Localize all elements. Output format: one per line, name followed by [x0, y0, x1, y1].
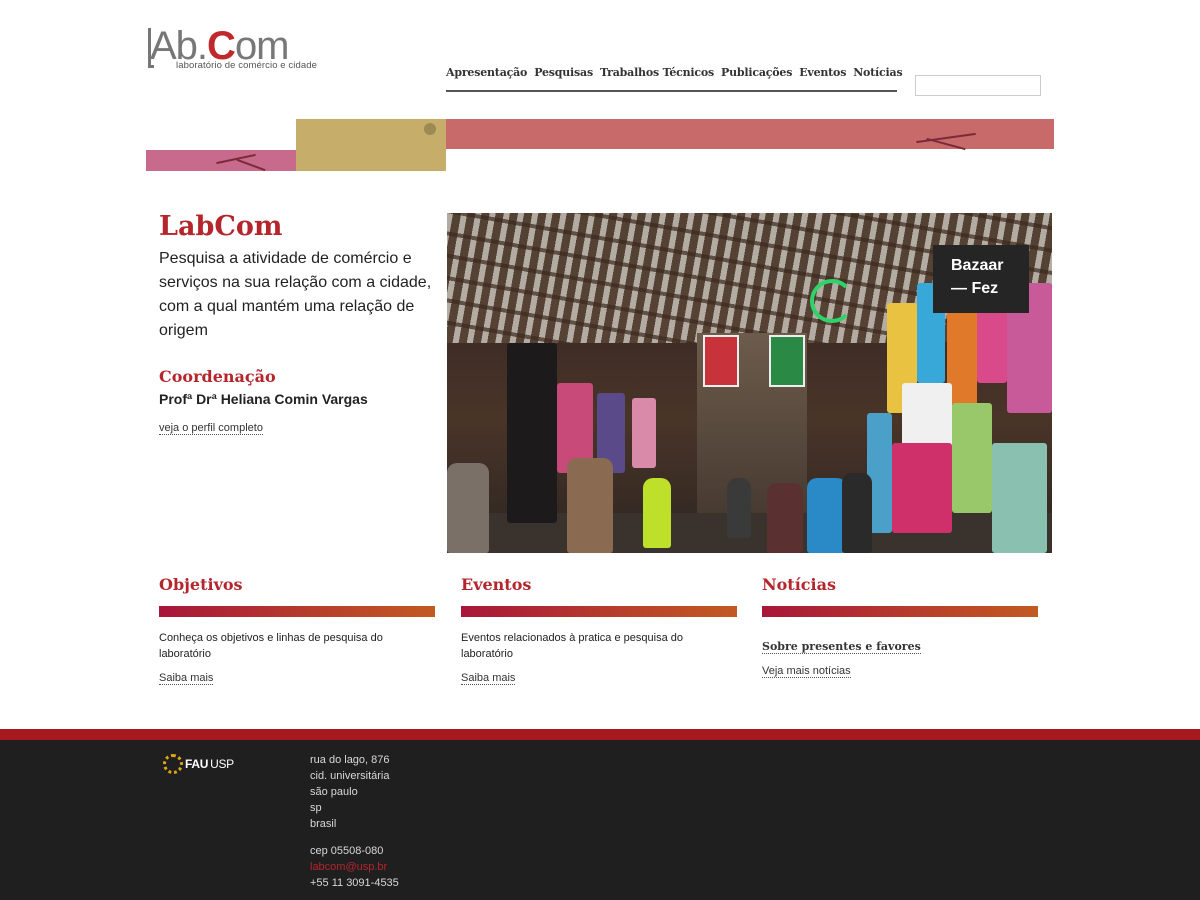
caption-line-2: — Fez [951, 280, 999, 297]
fauusp-logo[interactable]: FAU USP [163, 754, 234, 774]
objectives-heading: Objetivos [159, 575, 243, 594]
nav-pesquisas[interactable]: Pesquisas [534, 66, 593, 90]
header-banner [146, 119, 1054, 172]
nav-apresentacao[interactable]: Apresentação [446, 66, 527, 90]
email-link[interactable]: labcom@usp.br [310, 859, 399, 875]
intro-description: Pesquisa a atividade de comércio e servi… [159, 250, 432, 339]
footer-accent-line [0, 729, 1200, 740]
objectives-column: Objetivos Conheça os objetivos e linhas … [159, 575, 435, 686]
address-line: brasil [310, 818, 337, 830]
nav-trabalhos-tecnicos[interactable]: Trabalhos Técnicos [600, 66, 714, 90]
address-line: sp [310, 802, 322, 814]
neon-moon-sign [810, 279, 854, 323]
labcom-logo[interactable]: Ab.Com laboratório de comércio e cidade [148, 24, 318, 72]
phone-number: +55 11 3091-4535 [310, 877, 399, 889]
search-input[interactable] [915, 75, 1041, 96]
address-line: rua do lago, 876 [310, 754, 390, 766]
usp-text: USP [210, 757, 234, 771]
nav-noticias[interactable]: Notícias [853, 66, 902, 90]
banner-pink-block [146, 150, 296, 172]
gear-icon [163, 754, 183, 774]
address-line: cid. universitária [310, 770, 390, 782]
news-column: Notícias Sobre presentes e favores Veja … [762, 575, 1038, 679]
events-heading: Eventos [461, 575, 532, 594]
footer-address: rua do lago, 876 cid. universitária são … [310, 752, 399, 891]
banner-gold-block [296, 119, 446, 171]
caption-line-1: Bazaar [951, 257, 1004, 274]
postal-code: cep 05508-080 [310, 845, 384, 857]
events-description: Eventos relacionados à pratica e pesquis… [461, 632, 683, 660]
address-line: são paulo [310, 786, 358, 798]
banner-red-block [446, 119, 1054, 151]
objectives-description: Conheça os objetivos e linhas de pesquis… [159, 632, 383, 660]
news-heading: Notícias [762, 575, 836, 594]
objectives-more-link[interactable]: Saiba mais [159, 672, 214, 685]
news-item-link[interactable]: Sobre presentes e favores [762, 640, 921, 654]
events-column: Eventos Eventos relacionados à pratica e… [461, 575, 737, 686]
nav-publicacoes[interactable]: Publicações [721, 66, 792, 90]
section-bar [461, 606, 737, 617]
full-profile-link[interactable]: veja o perfil completo [159, 422, 263, 435]
coordinator-name: Profª Drª Heliana Comin Vargas [159, 391, 368, 407]
section-bar [762, 606, 1038, 617]
logo-tagline: laboratório de comércio e cidade [176, 60, 318, 71]
photo-caption: Bazaar — Fez [933, 245, 1029, 313]
page-title: LabCom [159, 211, 283, 242]
section-bar [159, 606, 435, 617]
news-more-link[interactable]: Veja mais notícias [762, 665, 851, 678]
coordination-heading: Coordenação [159, 367, 276, 386]
fau-text: FAU [185, 757, 209, 771]
main-nav: Apresentação Pesquisas Trabalhos Técnico… [446, 66, 903, 92]
events-more-link[interactable]: Saiba mais [461, 672, 516, 685]
nav-eventos[interactable]: Eventos [799, 66, 846, 90]
